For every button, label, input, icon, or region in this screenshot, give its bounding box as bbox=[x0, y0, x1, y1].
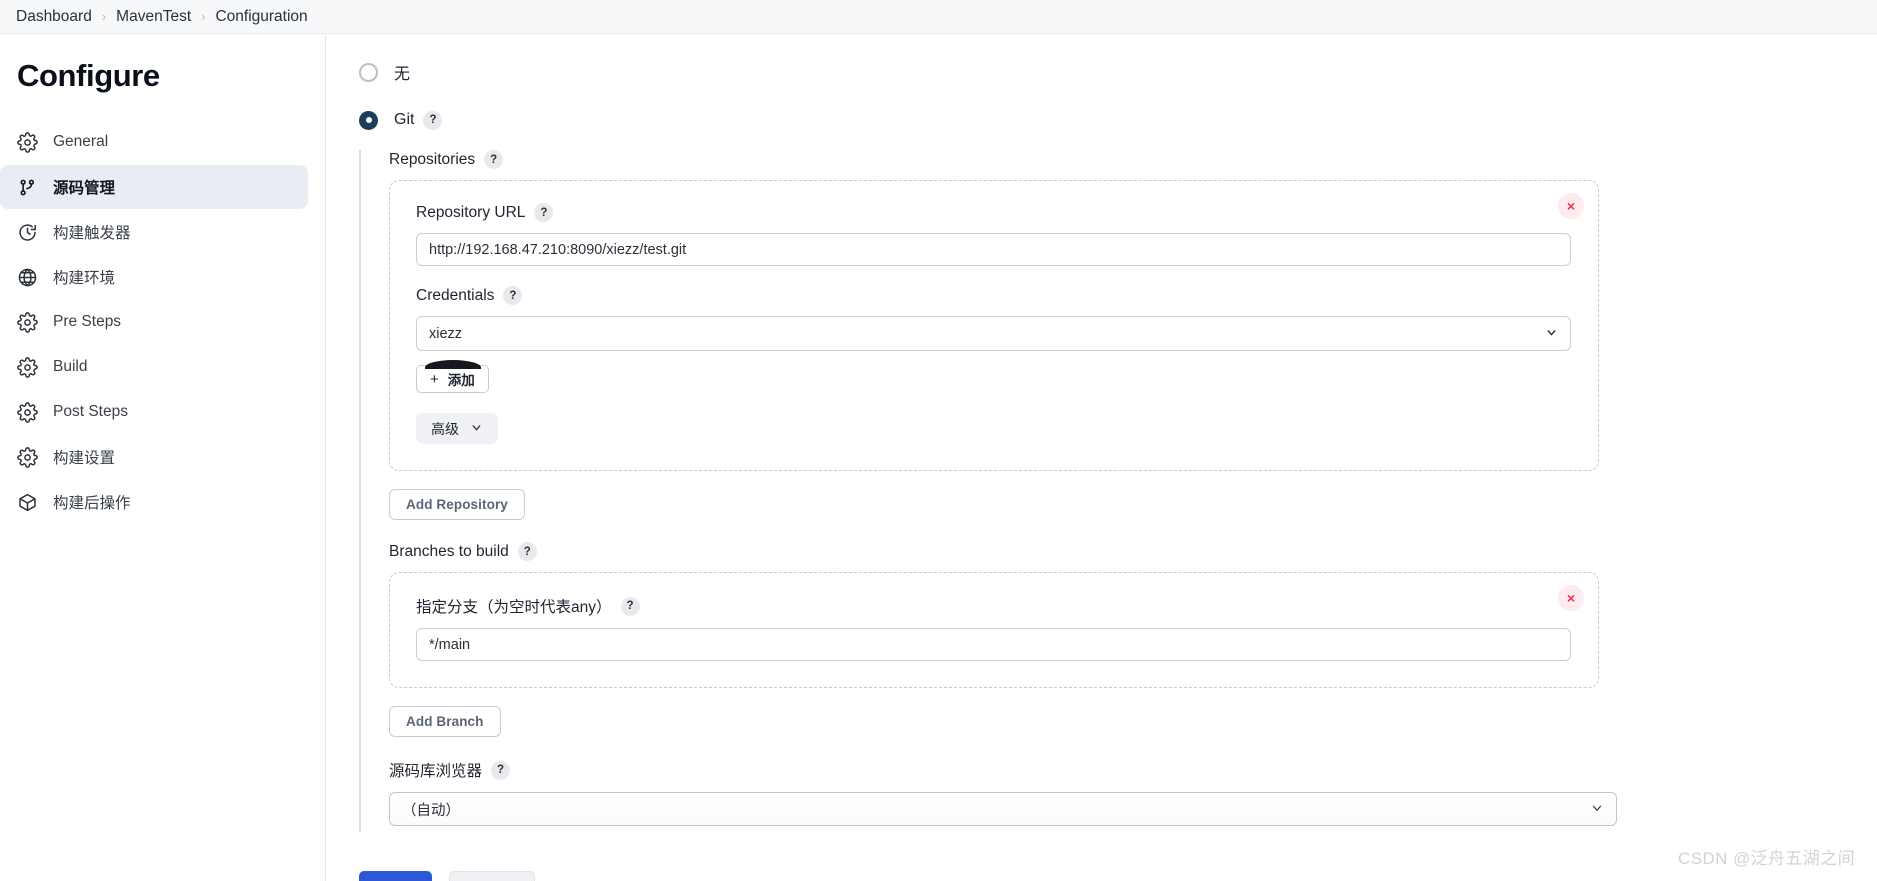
breadcrumb-item-dashboard[interactable]: Dashboard bbox=[8, 8, 100, 26]
radio-git[interactable] bbox=[359, 110, 378, 130]
save-button[interactable] bbox=[359, 871, 432, 881]
credentials-label: Credentials ? bbox=[416, 286, 1572, 305]
add-repository-button[interactable]: Add Repository bbox=[389, 489, 525, 520]
sidebar-item-source-code-management[interactable]: 源码管理 bbox=[0, 165, 308, 209]
sidebar-item-label: 构建环境 bbox=[53, 270, 116, 287]
sidebar-item-label: General bbox=[53, 133, 109, 150]
sidebar-item-label: Build bbox=[53, 358, 88, 375]
plus-icon: + bbox=[430, 370, 439, 388]
add-credentials-button[interactable]: + 添加 bbox=[416, 360, 489, 393]
add-branch-button[interactable]: Add Branch bbox=[389, 706, 501, 737]
sidebar: Configure General 源码管理 构建触发器 构建环境 Pre St… bbox=[0, 34, 325, 881]
repository-url-label-text: Repository URL bbox=[416, 203, 526, 221]
main-content: 无 Git ? Repositories ? × Repository URL bbox=[325, 34, 1877, 881]
git-branch-icon bbox=[16, 176, 38, 198]
git-config-block: Repositories ? × Repository URL ? Creden… bbox=[359, 150, 1877, 832]
sidebar-item-label: 构建设置 bbox=[53, 450, 116, 467]
chevron-down-icon bbox=[470, 421, 483, 437]
breadcrumb-item-configuration[interactable]: Configuration bbox=[207, 8, 315, 26]
breadcrumb-separator-icon: › bbox=[101, 9, 107, 24]
repository-entry: × Repository URL ? Credentials ? xiezz bbox=[389, 180, 1599, 471]
branches-section-label: Branches to build ? bbox=[389, 542, 1877, 561]
sidebar-item-build-triggers[interactable]: 构建触发器 bbox=[0, 210, 308, 254]
branch-specifier-label: 指定分支（为空时代表any） ? bbox=[416, 595, 1572, 617]
gear-icon bbox=[16, 311, 38, 333]
repository-browser-selected-value: （自动） bbox=[402, 802, 460, 819]
branch-entry: × 指定分支（为空时代表any） ? bbox=[389, 572, 1599, 688]
repository-url-input[interactable] bbox=[416, 233, 1571, 266]
breadcrumb-item-maventest[interactable]: MavenTest bbox=[108, 8, 199, 26]
sidebar-item-label: Post Steps bbox=[53, 403, 128, 420]
scm-option-none-label: 无 bbox=[394, 66, 411, 83]
credentials-selected-value: xiezz bbox=[429, 325, 463, 342]
sidebar-item-label: 构建触发器 bbox=[53, 225, 131, 242]
sidebar-item-label: 源码管理 bbox=[53, 180, 116, 197]
help-icon-branch-specifier[interactable]: ? bbox=[620, 596, 640, 616]
breadcrumb-separator-icon: › bbox=[201, 9, 206, 24]
branch-specifier-label-text: 指定分支（为空时代表any） bbox=[416, 599, 612, 616]
globe-icon bbox=[16, 266, 38, 288]
chevron-down-icon bbox=[1590, 801, 1604, 818]
repository-browser-label: 源码库浏览器 ? bbox=[389, 759, 1877, 781]
package-icon bbox=[16, 491, 38, 513]
gear-icon bbox=[16, 356, 38, 378]
repositories-label-text: Repositories bbox=[389, 150, 476, 168]
gear-icon bbox=[16, 131, 38, 153]
branches-label-text: Branches to build bbox=[389, 542, 509, 560]
advanced-label: 高级 bbox=[431, 420, 459, 437]
repository-url-label: Repository URL ? bbox=[416, 203, 1572, 222]
sidebar-item-pre-steps[interactable]: Pre Steps bbox=[0, 300, 308, 344]
add-credentials-label: 添加 bbox=[447, 373, 475, 388]
advanced-toggle-button[interactable]: 高级 bbox=[416, 413, 498, 444]
delete-branch-button[interactable]: × bbox=[1558, 585, 1584, 611]
help-icon-repositories[interactable]: ? bbox=[484, 150, 504, 169]
watermark: CSDN @泛舟五湖之间 bbox=[1678, 849, 1855, 868]
scm-option-git[interactable]: Git ? bbox=[326, 102, 1877, 138]
delete-repository-button[interactable]: × bbox=[1558, 193, 1584, 219]
sidebar-item-label: Pre Steps bbox=[53, 313, 122, 330]
sidebar-nav: General 源码管理 构建触发器 构建环境 Pre Steps Build … bbox=[0, 120, 325, 524]
credentials-label-text: Credentials bbox=[416, 286, 495, 304]
clock-icon bbox=[16, 221, 38, 243]
help-icon-branches[interactable]: ? bbox=[517, 542, 537, 561]
form-action-bar bbox=[326, 867, 1877, 881]
scm-option-none[interactable]: 无 bbox=[326, 54, 1877, 90]
sidebar-item-post-steps[interactable]: Post Steps bbox=[0, 390, 308, 434]
help-icon-credentials[interactable]: ? bbox=[503, 286, 523, 305]
repository-browser-select[interactable]: （自动） bbox=[389, 792, 1617, 826]
sidebar-item-build-settings[interactable]: 构建设置 bbox=[0, 435, 308, 479]
page-title: Configure bbox=[17, 58, 160, 93]
credentials-select[interactable]: xiezz bbox=[416, 316, 1571, 351]
sidebar-item-general[interactable]: General bbox=[0, 120, 308, 164]
chevron-down-icon bbox=[1545, 326, 1558, 342]
radio-none[interactable] bbox=[359, 62, 378, 82]
branch-specifier-input[interactable] bbox=[416, 628, 1571, 661]
scm-option-git-label: Git bbox=[394, 111, 415, 128]
breadcrumb: Dashboard › MavenTest › Configuration bbox=[0, 0, 1877, 34]
help-icon-git[interactable]: ? bbox=[423, 110, 443, 130]
sidebar-item-post-build-actions[interactable]: 构建后操作 bbox=[0, 480, 308, 524]
sidebar-item-label: 构建后操作 bbox=[53, 495, 131, 512]
help-icon-repository-browser[interactable]: ? bbox=[491, 760, 511, 780]
help-icon-repository-url[interactable]: ? bbox=[534, 203, 554, 222]
repository-browser-label-text: 源码库浏览器 bbox=[389, 763, 483, 780]
apply-button[interactable] bbox=[449, 871, 535, 881]
sidebar-item-build[interactable]: Build bbox=[0, 345, 308, 389]
cursor-artifact bbox=[425, 360, 481, 369]
gear-icon bbox=[16, 401, 38, 423]
repositories-section-label: Repositories ? bbox=[389, 150, 1877, 169]
sidebar-item-build-environment[interactable]: 构建环境 bbox=[0, 255, 308, 299]
gear-icon bbox=[16, 446, 38, 468]
